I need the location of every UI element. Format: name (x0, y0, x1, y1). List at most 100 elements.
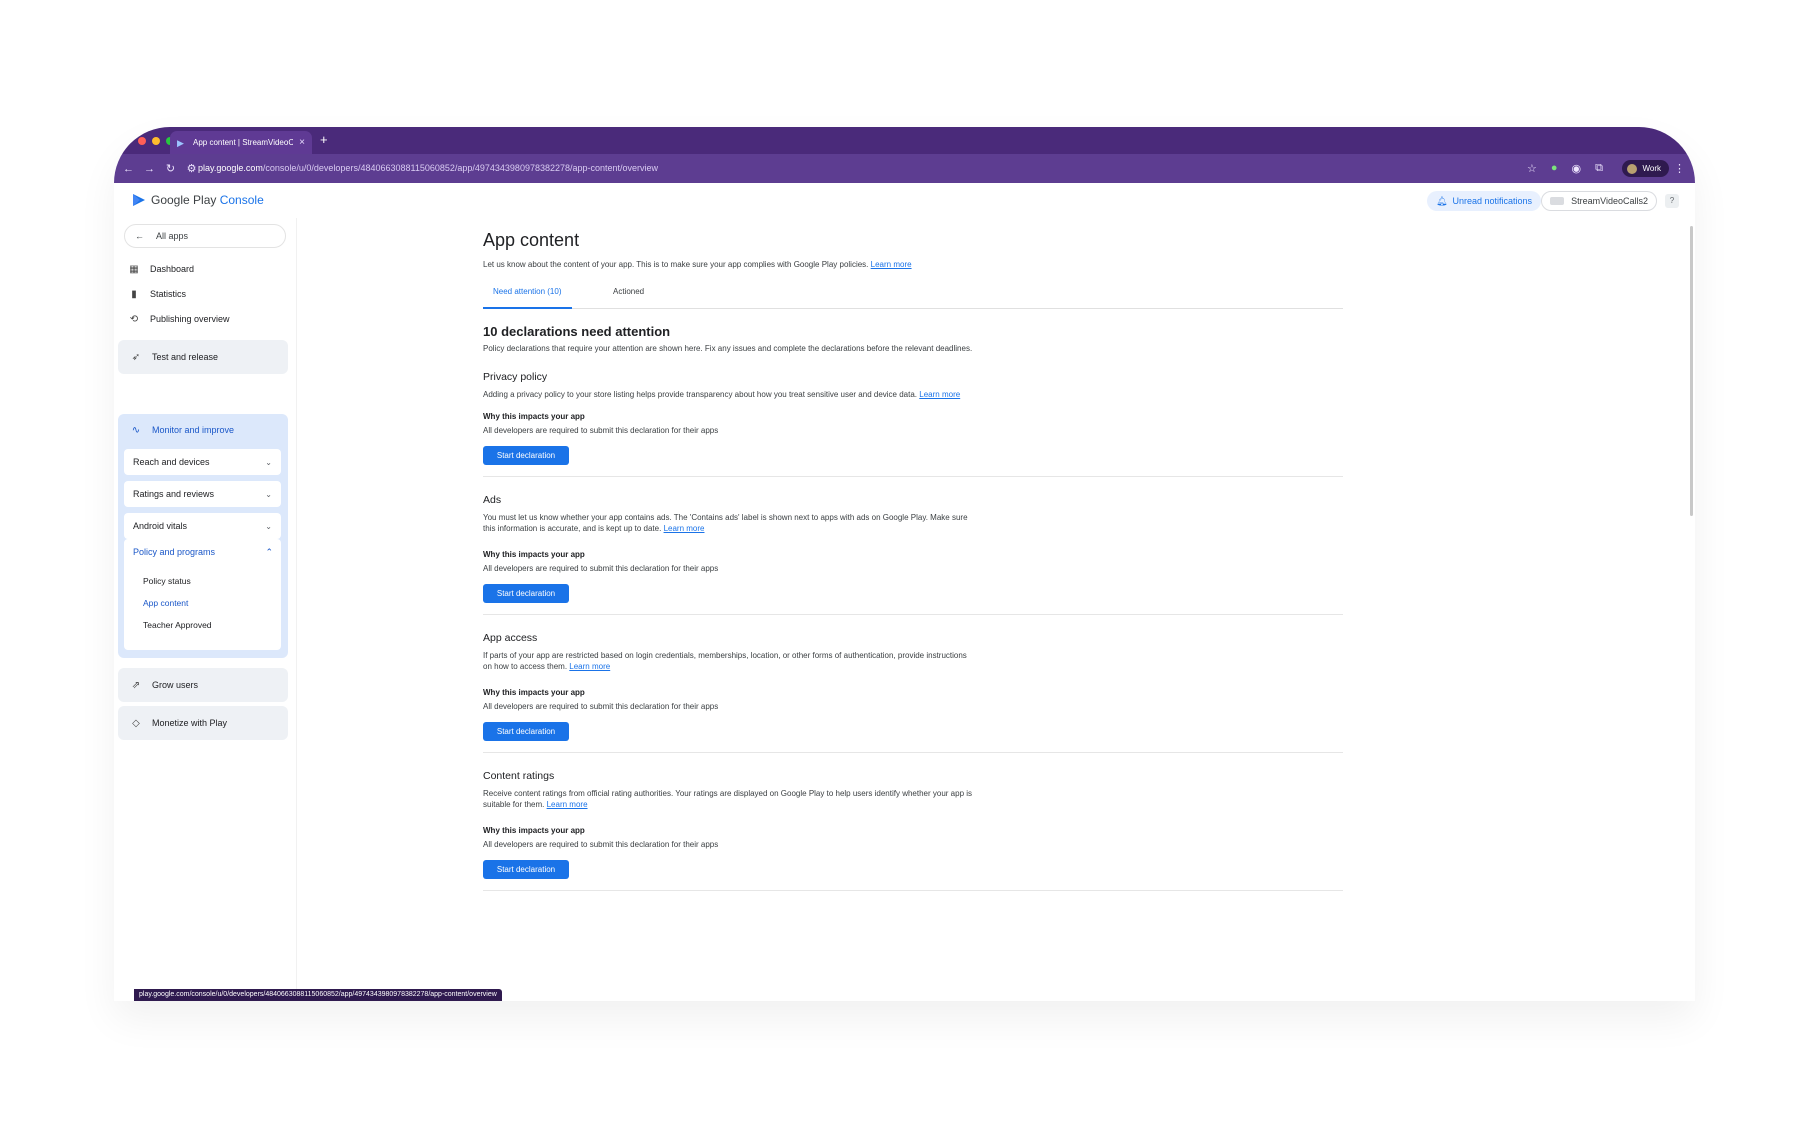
declaration-app-access: App access If parts of your app are rest… (483, 632, 1343, 753)
browser-tab[interactable]: ▶ App content | StreamVideoC... × (170, 131, 312, 154)
learn-more-link[interactable]: Learn more (871, 260, 912, 269)
toolbar-icons: ☆ ● ◉ ⧉ (1527, 162, 1603, 175)
extensions-puzzle-icon[interactable]: ⧉ (1595, 162, 1603, 175)
bookmark-star-icon[interactable]: ☆ (1527, 162, 1537, 175)
page-description-text: Let us know about the content of your ap… (483, 260, 869, 269)
rocket-icon: ➶ (131, 351, 141, 363)
sidebar-item-ratings-and-reviews[interactable]: Ratings and reviews ⌄ (124, 481, 281, 507)
sidebar-item-grow-users[interactable]: ⇗ Grow users (118, 668, 288, 702)
sidebar-item-monetize-with-play[interactable]: ◇ Monetize with Play (118, 706, 288, 740)
help-icon[interactable]: ? (1665, 194, 1679, 208)
main-content: App content Let us know about the conten… (296, 218, 1695, 1001)
app-selector-button[interactable]: StreamVideoCalls2 (1541, 191, 1657, 211)
play-logo-icon (133, 194, 145, 206)
sidebar-item-label: Android vitals (133, 521, 188, 531)
app-icon (1550, 197, 1565, 205)
console-header: Google Play Console 🔔︎ Unread notificati… (114, 183, 1695, 218)
minimize-window-button[interactable] (152, 137, 160, 145)
sidebar-item-monitor-and-improve[interactable]: ∿ Monitor and improve (130, 425, 234, 436)
tab-bar: Need attention (10) Actioned (483, 287, 1343, 309)
requirement-text: All developers are required to submit th… (483, 840, 719, 849)
declaration-title: Content ratings (483, 770, 555, 782)
sidebar-item-policy-and-programs[interactable]: Policy and programs ⌃ (133, 547, 273, 558)
start-declaration-button[interactable]: Start declaration (483, 722, 569, 741)
publishing-icon: ⟲ (129, 313, 139, 325)
google-play-console-logo[interactable]: Google Play Console (132, 193, 264, 207)
attention-description: Policy declarations that require your at… (483, 344, 973, 353)
declaration-description: Receive content ratings from official ra… (483, 788, 973, 810)
declaration-title: Ads (483, 494, 502, 506)
unread-notifications-button[interactable]: 🔔︎ Unread notifications (1427, 191, 1541, 211)
sidebar-item-statistics[interactable]: ▮ Statistics (128, 283, 186, 305)
requirement-text: All developers are required to submit th… (483, 426, 719, 435)
sidebar-item-label: Reach and devices (133, 457, 210, 467)
learn-more-link[interactable]: Learn more (919, 390, 960, 399)
new-tab-icon[interactable]: + (320, 132, 328, 147)
app-name: StreamVideoCalls2 (1571, 196, 1648, 206)
all-apps-button[interactable]: ← All apps (124, 224, 286, 248)
browser-toolbar: ← → ↻ ⚙ play.google.com/console/u/0/deve… (114, 154, 1695, 183)
declaration-description-text: You must let us know whether your app co… (483, 513, 968, 533)
browser-menu-icon[interactable]: ⋮ (1674, 162, 1685, 175)
sidebar-item-label: Test and release (152, 352, 219, 362)
declaration-ads: Ads You must let us know whether your ap… (483, 494, 1343, 615)
extension-green-icon[interactable]: ● (1551, 162, 1558, 175)
back-arrow-icon[interactable]: ← (118, 163, 139, 175)
why-impacts-label: Why this impacts your app (483, 688, 585, 697)
chevron-down-icon: ⌄ (265, 457, 272, 467)
notification-bell-icon: 🔔︎ (1436, 195, 1448, 206)
extension-icon[interactable]: ◉ (1572, 162, 1582, 175)
tag-icon: ◇ (132, 717, 140, 729)
sidebar-item-label: Monitor and improve (152, 425, 235, 435)
play-console-favicon-icon: ▶ (177, 137, 184, 148)
declaration-description: You must let us know whether your app co… (483, 512, 973, 534)
profile-avatar (1627, 163, 1638, 174)
sidebar-item-label: Publishing overview (150, 314, 230, 324)
browser-tab-strip: ▶ App content | StreamVideoC... × + (114, 127, 1695, 154)
learn-more-link[interactable]: Learn more (569, 662, 610, 671)
declaration-description-text: If parts of your app are restricted base… (483, 651, 967, 671)
declaration-content-ratings: Content ratings Receive content ratings … (483, 770, 1343, 891)
close-window-button[interactable] (138, 137, 146, 145)
tab-actioned[interactable]: Actioned (613, 287, 644, 309)
start-declaration-button[interactable]: Start declaration (483, 584, 569, 603)
sidebar-item-test-and-release[interactable]: ➶ Test and release (118, 340, 288, 374)
sidebar-item-dashboard[interactable]: ▦ Dashboard (128, 258, 194, 280)
learn-more-link[interactable]: Learn more (547, 800, 588, 809)
address-bar[interactable]: play.google.com/console/u/0/developers/4… (198, 163, 658, 173)
sidebar-item-publishing-overview[interactable]: ⟲ Publishing overview (128, 308, 230, 330)
declaration-description-text: Adding a privacy policy to your store li… (483, 390, 918, 399)
sidebar-item-teacher-approved[interactable]: Teacher Approved (143, 620, 212, 630)
sidebar-item-policy-status[interactable]: Policy status (143, 576, 191, 586)
profile-label: Work (1642, 164, 1661, 173)
close-tab-icon[interactable]: × (299, 137, 305, 148)
sidebar-item-label: Dashboard (150, 264, 195, 274)
start-declaration-button[interactable]: Start declaration (483, 446, 569, 465)
tab-need-attention[interactable]: Need attention (10) (483, 287, 572, 309)
back-arrow-icon: ← (135, 231, 144, 241)
page-title: App content (483, 230, 580, 250)
grow-users-icon: ⇗ (131, 679, 141, 691)
why-impacts-label: Why this impacts your app (483, 412, 585, 421)
sidebar-item-label: Grow users (152, 680, 199, 690)
all-apps-label: All apps (156, 231, 189, 241)
start-declaration-button[interactable]: Start declaration (483, 860, 569, 879)
sidebar-item-app-content[interactable]: App content (143, 598, 188, 608)
url-path: /console/u/0/developers/4840663088115060… (262, 163, 659, 173)
why-impacts-label: Why this impacts your app (483, 826, 585, 835)
window-controls (138, 137, 174, 145)
sidebar: ← All apps ▦ Dashboard ▮ Statistics ⟲ Pu… (114, 218, 296, 1001)
page-scrollbar[interactable] (1690, 226, 1693, 516)
declaration-privacy-policy: Privacy policy Adding a privacy policy t… (483, 371, 1343, 477)
requirement-text: All developers are required to submit th… (483, 702, 719, 711)
profile-chip[interactable]: Work (1622, 160, 1669, 177)
reload-icon[interactable]: ↻ (160, 162, 181, 175)
chevron-up-icon: ⌃ (265, 547, 273, 557)
sidebar-item-reach-and-devices[interactable]: Reach and devices ⌄ (124, 449, 281, 475)
monitor-and-improve-section: ∿ Monitor and improve Reach and devices … (118, 414, 288, 658)
sidebar-item-android-vitals[interactable]: Android vitals ⌄ (124, 513, 281, 539)
sidebar-item-label: Monetize with Play (152, 718, 228, 728)
forward-arrow-icon[interactable]: → (139, 163, 160, 175)
learn-more-link[interactable]: Learn more (664, 524, 705, 533)
requirement-text: All developers are required to submit th… (483, 564, 719, 573)
